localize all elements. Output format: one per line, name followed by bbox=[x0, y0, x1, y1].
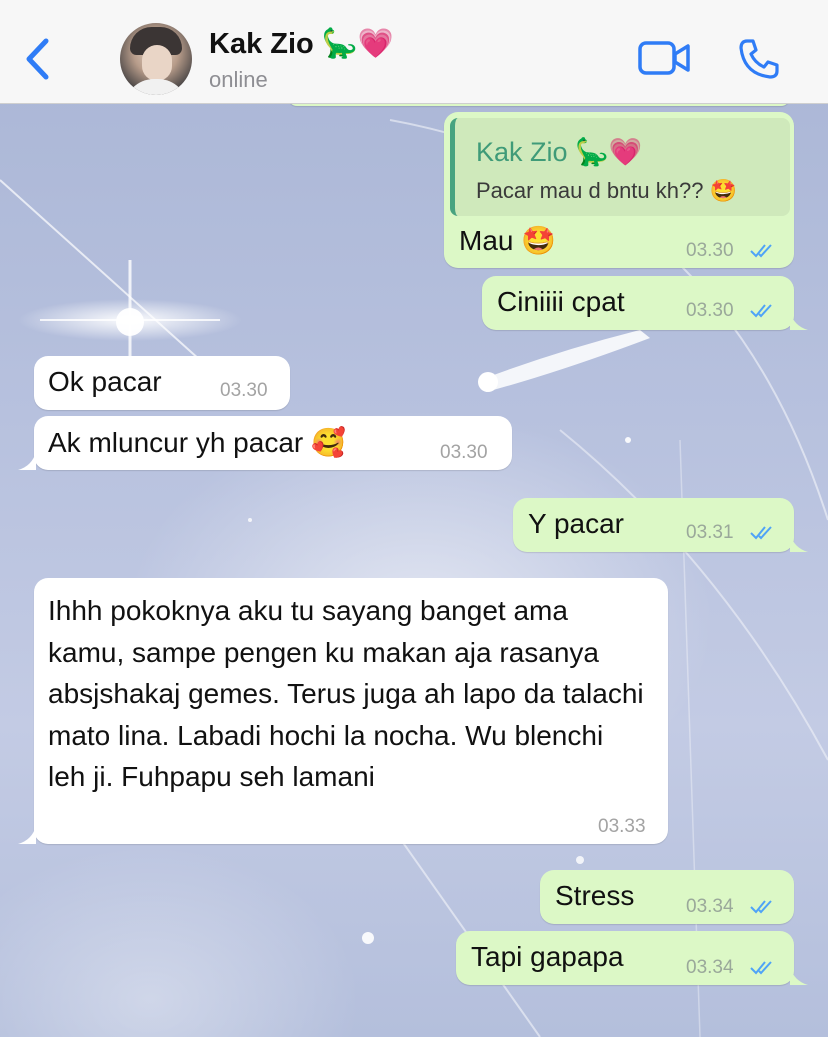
message-time: 03.30 bbox=[686, 300, 734, 321]
read-ticks-icon bbox=[750, 304, 772, 318]
read-ticks-icon bbox=[750, 526, 772, 540]
read-ticks-icon bbox=[750, 961, 772, 975]
message-text: Ok pacar bbox=[48, 366, 162, 397]
message-text: Tapi gapapa bbox=[471, 941, 624, 972]
message-time: 03.31 bbox=[686, 522, 734, 543]
message-text: Y pacar bbox=[528, 508, 624, 539]
bubble-tail bbox=[18, 452, 36, 470]
video-call-icon[interactable] bbox=[638, 40, 690, 76]
contact-name[interactable]: Kak Zio 🦕💗 bbox=[209, 27, 394, 61]
message-bubble-incoming[interactable]: Ok pacar 03.30 bbox=[34, 356, 290, 410]
read-ticks-icon bbox=[750, 244, 772, 258]
message-bubble-outgoing[interactable]: Tapi gapapa 03.34 bbox=[456, 931, 794, 985]
message-time: 03.30 bbox=[686, 240, 734, 261]
bubble-tail bbox=[790, 967, 808, 985]
quoted-sender: Kak Zio 🦕💗 bbox=[476, 137, 643, 167]
bubble-tail bbox=[790, 312, 808, 330]
message-bubble-outgoing[interactable]: Kak Zio 🦕💗 Pacar mau d bntu kh?? 🤩 Mau 🤩… bbox=[444, 112, 794, 268]
bubble-tail bbox=[18, 826, 36, 844]
contact-status: online bbox=[209, 67, 268, 92]
chevron-left-icon[interactable] bbox=[22, 36, 56, 82]
contact-avatar[interactable] bbox=[120, 23, 192, 95]
message-bubble-outgoing[interactable]: Ciniiii cpat 03.30 bbox=[482, 276, 794, 330]
quoted-text: Pacar mau d bntu kh?? 🤩 bbox=[476, 178, 737, 203]
message-time: 03.30 bbox=[220, 380, 268, 401]
bubble-tail bbox=[790, 534, 808, 552]
message-bubble-incoming[interactable]: Ak mluncur yh pacar 🥰 03.30 bbox=[34, 416, 512, 470]
message-text: Mau 🤩 bbox=[459, 225, 557, 256]
phone-call-icon[interactable] bbox=[738, 38, 780, 80]
quoted-message[interactable]: Kak Zio 🦕💗 Pacar mau d bntu kh?? 🤩 bbox=[450, 118, 790, 216]
message-bubble-incoming[interactable]: Ihhh pokoknya aku tu sayang banget ama k… bbox=[34, 578, 668, 844]
message-text: Ciniiii cpat bbox=[497, 286, 625, 317]
message-bubble-outgoing[interactable]: Stress 03.34 bbox=[540, 870, 794, 924]
message-text: Ak mluncur yh pacar 🥰 bbox=[48, 427, 346, 458]
message-time: 03.34 bbox=[686, 957, 734, 978]
chat-header: Kak Zio 🦕💗 online bbox=[0, 0, 828, 104]
message-text: Stress bbox=[555, 880, 635, 911]
message-time: 03.34 bbox=[686, 896, 734, 917]
message-text: Ihhh pokoknya aku tu sayang banget ama k… bbox=[48, 595, 644, 792]
message-time: 03.30 bbox=[440, 442, 488, 463]
message-bubble-outgoing[interactable]: Y pacar 03.31 bbox=[513, 498, 794, 552]
message-time: 03.33 bbox=[598, 816, 646, 837]
read-ticks-icon bbox=[750, 900, 772, 914]
